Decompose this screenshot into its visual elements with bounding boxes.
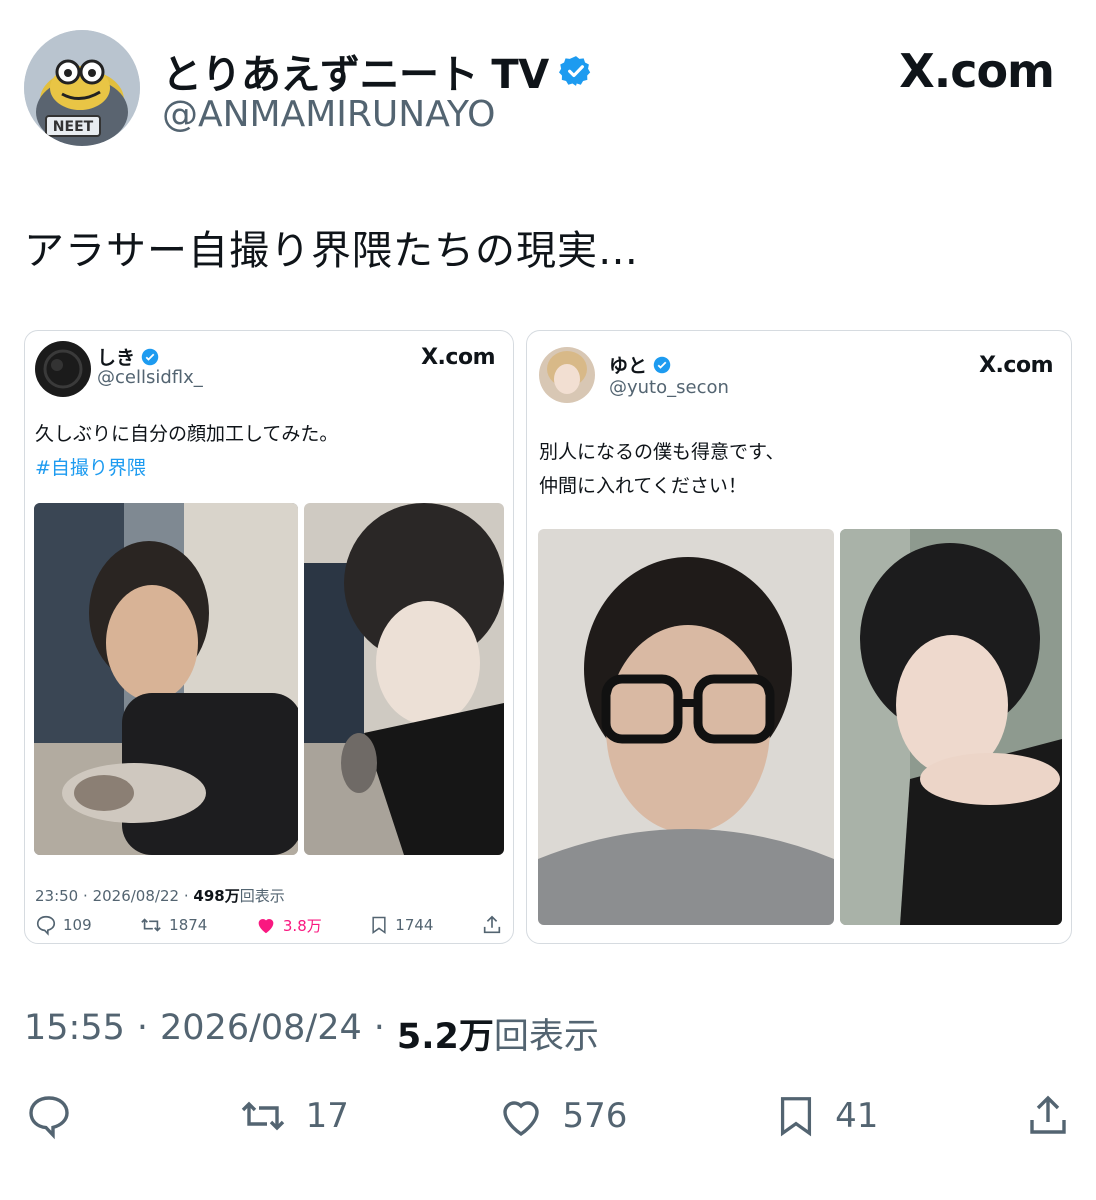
tweet-date[interactable]: 2026/08/24 (160, 1008, 362, 1059)
x-brand-logo-right: X.com (979, 353, 1053, 378)
tweet-text: アラサー自撮り界隈たちの現実… (24, 228, 639, 274)
quoted-separator-left-2: · (183, 887, 189, 905)
quoted-reply-count: 109 (63, 916, 92, 934)
quoted-name-row-right: ゆと (609, 351, 671, 378)
author-handle[interactable]: @ANMAMIRUNAYO (162, 94, 495, 135)
tweet-actions: 17 576 41 (24, 1088, 1072, 1144)
quoted-tweet-left[interactable]: しき @cellsidflx_ X.com 久しぶりに自分の顔加工してみた。 #… (24, 330, 514, 944)
retweet-count: 17 (305, 1096, 349, 1136)
meta-separator-2: · (373, 1008, 385, 1048)
quoted-views-label-left: 回表示 (239, 887, 285, 905)
x-brand-logo-left: X.com (421, 345, 495, 370)
quoted-retweet-count: 1874 (169, 916, 208, 934)
like-icon (502, 1101, 539, 1137)
quoted-like-count: 3.8万 (282, 916, 322, 935)
author-name-row[interactable]: とりあえずニート TV (162, 42, 593, 100)
quoted-like-button[interactable]: 3.8万 (255, 914, 322, 936)
quoted-time-left: 23:50 (35, 887, 79, 905)
views-count[interactable]: 5.2万 (397, 1017, 494, 1057)
quoted-views-count-left: 498万 (193, 887, 240, 905)
photo-after-right[interactable] (840, 529, 1062, 925)
quoted-avatar-left[interactable] (35, 341, 91, 397)
photo-before-right[interactable] (538, 529, 834, 925)
reply-icon (36, 915, 56, 936)
like-button[interactable]: 576 (495, 1092, 628, 1140)
tweet-meta: 15:55 · 2026/08/24 · 5.2万回表示 (24, 1008, 599, 1059)
verified-badge-icon (141, 348, 159, 365)
photo-after-left[interactable] (304, 503, 504, 855)
quoted-share-button[interactable] (481, 914, 503, 936)
quoted-text-left: 久しぶりに自分の顔加工してみた。 #自撮り界隈 (35, 417, 338, 485)
quoted-actions-left: 109 1874 3.8万 1744 (35, 911, 503, 939)
quoted-bookmark-count: 1744 (395, 916, 434, 934)
quoted-text-line-right-2: 仲間に入れてください！ (539, 475, 747, 497)
share-icon (483, 915, 501, 934)
quoted-text-line-right-1: 別人になるの僕も得意です、 (539, 441, 785, 463)
quoted-name-row-left: しき (97, 343, 159, 370)
share-icon (1030, 1095, 1066, 1134)
verified-badge-icon (653, 356, 671, 373)
quoted-text-line-left: 久しぶりに自分の顔加工してみた。 (35, 423, 339, 445)
quoted-tweet-right[interactable]: ゆと @yuto_secon X.com 別人になるの僕も得意です、 仲間に入れ… (526, 330, 1072, 944)
bookmark-icon (781, 1097, 812, 1137)
quoted-author-name-left[interactable]: しき (97, 343, 135, 370)
quoted-retweet-button[interactable]: 1874 (139, 914, 207, 936)
bookmark-icon (372, 916, 386, 934)
bookmark-button[interactable]: 41 (773, 1092, 878, 1140)
quoted-author-name-right[interactable]: ゆと (609, 351, 647, 378)
quoted-avatar-right[interactable] (539, 347, 595, 403)
like-icon (258, 919, 274, 934)
like-count: 576 (562, 1096, 628, 1136)
quoted-date-left: 2026/08/22 (92, 887, 180, 905)
quoted-hashtag-left[interactable]: #自撮り界隈 (35, 451, 338, 485)
quoted-text-right: 別人になるの僕も得意です、 仲間に入れてください！ (539, 435, 784, 503)
reply-button[interactable] (24, 1092, 90, 1140)
views-label: 回表示 (493, 1017, 599, 1057)
bookmark-count: 41 (835, 1096, 879, 1136)
quoted-author-handle-right[interactable]: @yuto_secon (609, 377, 729, 398)
verified-badge-icon (558, 56, 590, 86)
quoted-separator-left: · (83, 887, 88, 905)
retweet-button[interactable]: 17 (236, 1092, 349, 1140)
retweet-icon (141, 918, 161, 932)
quoted-author-handle-left[interactable]: @cellsidflx_ (97, 367, 203, 388)
avatar-neet-label: NEET (53, 119, 94, 135)
meta-separator: · (136, 1008, 149, 1048)
photo-before-left[interactable] (34, 503, 298, 855)
x-brand-logo: X.com (899, 44, 1055, 98)
quoted-bookmark-button[interactable]: 1744 (369, 914, 433, 936)
tweet-time[interactable]: 15:55 (24, 1008, 125, 1059)
share-button[interactable] (1024, 1092, 1072, 1140)
author-name[interactable]: とりあえずニート TV (162, 42, 549, 100)
author-avatar[interactable]: NEET (24, 30, 140, 146)
quoted-reply-button[interactable]: 109 (35, 914, 92, 936)
reply-icon (29, 1096, 69, 1140)
retweet-icon (241, 1101, 284, 1131)
quoted-meta-left: 23:50 · 2026/08/22 · 498万回表示 (35, 885, 285, 906)
